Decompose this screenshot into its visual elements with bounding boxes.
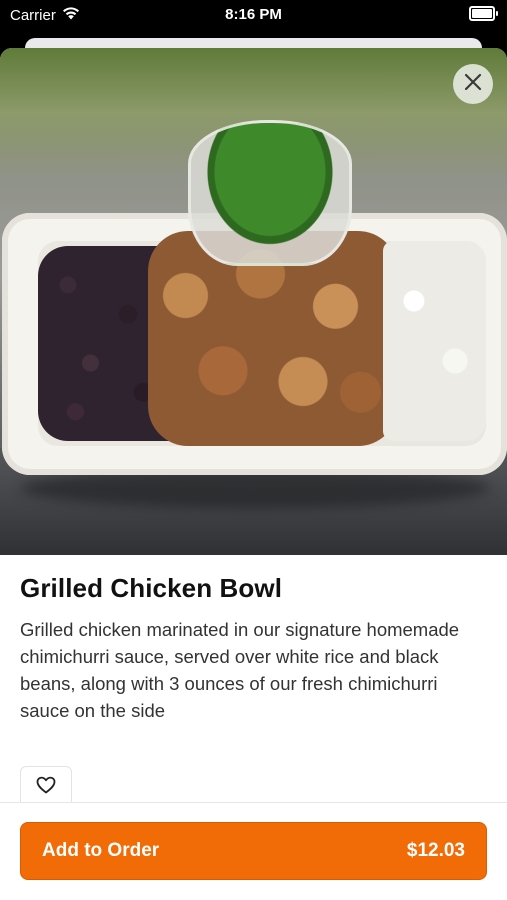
item-description: Grilled chicken marinated in our signatu… bbox=[20, 619, 460, 721]
order-footer: Add to Order $12.03 bbox=[0, 803, 507, 900]
close-button[interactable] bbox=[453, 64, 493, 104]
item-info: Grilled Chicken Bowl Grilled chicken mar… bbox=[20, 573, 487, 724]
add-to-order-button[interactable]: Add to Order $12.03 bbox=[20, 822, 487, 880]
white-rice bbox=[383, 241, 486, 441]
heart-icon bbox=[36, 776, 56, 799]
item-title: Grilled Chicken Bowl bbox=[20, 573, 283, 603]
status-right bbox=[469, 6, 498, 21]
status-time: 8:16 PM bbox=[225, 6, 282, 23]
item-detail-sheet: Grilled Chicken Bowl Grilled chicken mar… bbox=[0, 48, 507, 900]
item-price: $12.03 bbox=[406, 840, 465, 861]
item-photo bbox=[0, 48, 507, 555]
chimichurri-cup bbox=[188, 120, 352, 266]
add-to-order-label: Add to Order bbox=[42, 840, 160, 861]
battery-icon bbox=[469, 6, 498, 21]
tray-inner bbox=[38, 231, 486, 446]
close-icon bbox=[464, 73, 482, 96]
status-bar: Carrier 8:16 PM bbox=[0, 0, 507, 30]
